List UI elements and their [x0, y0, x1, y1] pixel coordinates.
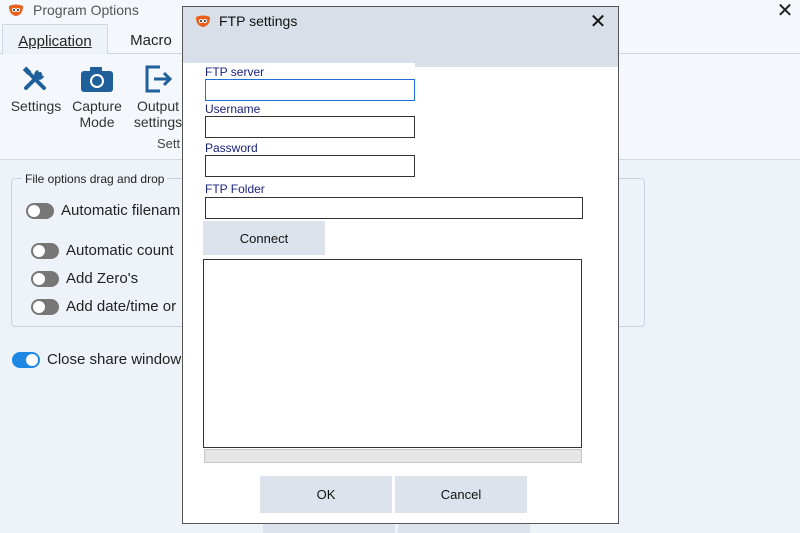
settings-label: Settings: [10, 98, 62, 114]
app-logo-icon: [196, 15, 210, 27]
output-settings-button[interactable]: Output settings: [130, 64, 186, 130]
ftp-settings-dialog: FTP settings ✕ FTP server Username Passw…: [182, 6, 619, 524]
settings-button[interactable]: Settings: [8, 64, 64, 114]
export-icon: [145, 65, 173, 93]
tools-icon: [22, 66, 46, 90]
tab-label: Application: [18, 33, 92, 50]
capture-label-1: Capture: [72, 98, 122, 114]
file-options-legend: File options drag and drop: [22, 172, 168, 186]
ribbon-group-label: Sett: [157, 136, 181, 151]
connect-button[interactable]: Connect: [203, 221, 325, 255]
capture-mode-button[interactable]: Capture Mode: [68, 64, 126, 130]
output-label-1: Output: [136, 98, 180, 114]
cancel-button[interactable]: Cancel: [395, 476, 527, 513]
dialog-title: FTP settings: [219, 13, 298, 29]
toggle-label: Add date/time or: [66, 298, 177, 315]
add-zeros-toggle[interactable]: Add Zero's: [31, 270, 138, 287]
ok-button[interactable]: OK: [260, 476, 392, 513]
close-icon[interactable]: ✕: [774, 0, 796, 23]
toggle-switch[interactable]: [31, 242, 59, 259]
camera-icon: [81, 67, 113, 92]
tab-macro[interactable]: Macro: [116, 24, 186, 55]
automatic-filename-toggle[interactable]: Automatic filenam: [26, 202, 180, 219]
toggle-label: Add Zero's: [66, 270, 139, 287]
toggle-switch[interactable]: [12, 351, 40, 368]
toggle-switch[interactable]: [31, 270, 59, 287]
ftp-folder-label: FTP Folder: [205, 182, 265, 196]
toggle-label: Automatic count: [66, 242, 174, 259]
username-label: Username: [205, 102, 261, 116]
tab-application[interactable]: Application: [2, 24, 108, 55]
capture-label-2: Mode: [79, 114, 115, 130]
password-label: Password: [205, 141, 258, 155]
window-title: Program Options: [33, 2, 139, 18]
ftp-folder-input[interactable]: [205, 197, 583, 219]
toggle-label: Close share window: [47, 351, 182, 368]
toggle-switch[interactable]: [31, 298, 59, 315]
output-label-2: settings: [133, 114, 183, 130]
add-datetime-toggle[interactable]: Add date/time or: [31, 298, 176, 315]
password-input[interactable]: [205, 155, 415, 177]
username-input[interactable]: [205, 116, 415, 138]
automatic-count-toggle[interactable]: Automatic count: [31, 242, 174, 259]
progress-bar: [204, 449, 582, 463]
ftp-log-box[interactable]: [203, 259, 582, 448]
dialog-titlebar: FTP settings ✕: [183, 7, 618, 67]
tab-label: Macro: [130, 32, 172, 49]
close-share-window-toggle[interactable]: Close share window: [12, 351, 181, 368]
ftp-server-label: FTP server: [205, 65, 265, 79]
toggle-label: Automatic filenam: [61, 202, 181, 219]
ftp-server-input[interactable]: [205, 79, 415, 101]
toggle-switch[interactable]: [26, 202, 54, 219]
close-icon[interactable]: ✕: [588, 9, 608, 34]
app-logo-icon: [9, 4, 23, 16]
